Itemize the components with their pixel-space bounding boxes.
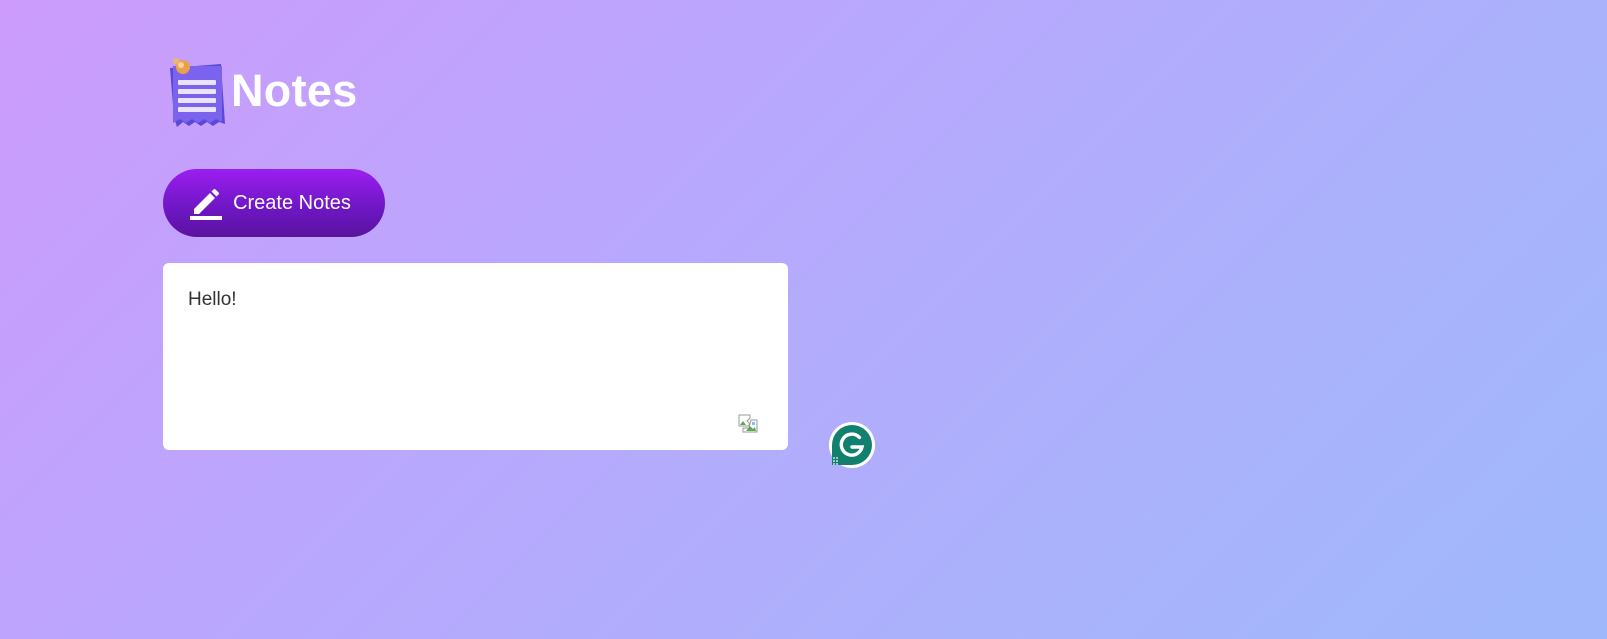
pencil-icon	[189, 186, 223, 220]
broken-image-icon[interactable]	[738, 413, 758, 433]
note-text-input[interactable]: Hello!	[188, 289, 748, 399]
grammarly-icon[interactable]	[828, 421, 876, 469]
notepad-icon	[167, 58, 229, 130]
create-notes-label: Create Notes	[233, 191, 351, 214]
page-title: Notes	[231, 65, 358, 116]
create-notes-button[interactable]: Create Notes	[163, 169, 385, 237]
note-card: Hello!	[163, 263, 788, 450]
app-header: Notes	[167, 58, 358, 130]
